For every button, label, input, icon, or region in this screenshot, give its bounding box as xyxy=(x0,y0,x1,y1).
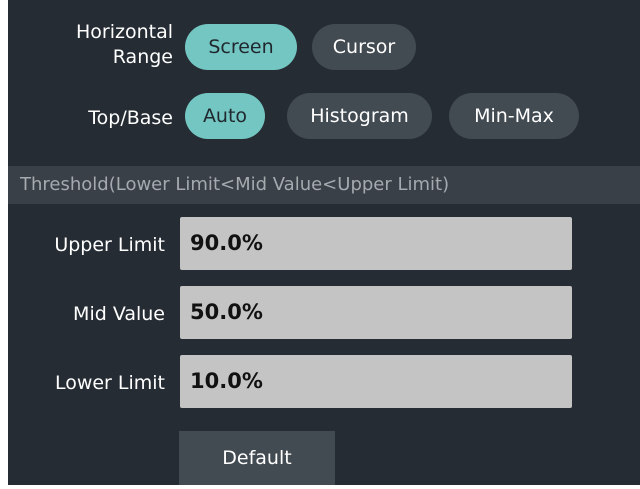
mid-value-label: Mid Value xyxy=(73,303,165,325)
top-base-option-auto[interactable]: Auto xyxy=(185,93,265,139)
default-button[interactable]: Default xyxy=(179,431,335,485)
top-base-option-min-max[interactable]: Min-Max xyxy=(449,93,579,139)
upper-limit-label: Upper Limit xyxy=(54,234,165,256)
horizontal-range-label-line2: Range xyxy=(112,46,173,68)
lower-limit-label: Lower Limit xyxy=(54,372,165,394)
top-base-label: Top/Base xyxy=(88,107,173,129)
horizontal-range-label-line1: Horizontal xyxy=(75,21,173,43)
horizontal-range-label: Horizontal Range xyxy=(76,20,173,70)
lower-limit-field[interactable]: 10.0% xyxy=(180,355,572,408)
top-base-option-histogram[interactable]: Histogram xyxy=(287,93,432,139)
horizontal-range-option-cursor[interactable]: Cursor xyxy=(312,24,416,70)
mid-value-field[interactable]: 50.0% xyxy=(180,286,572,339)
threshold-section-header: Threshold(Lower Limit<Mid Value<Upper Li… xyxy=(8,166,640,204)
upper-limit-field[interactable]: 90.0% xyxy=(180,217,572,270)
measurement-settings-panel: Horizontal Range Screen Cursor Top/Base … xyxy=(8,0,640,485)
horizontal-range-option-screen[interactable]: Screen xyxy=(185,24,297,70)
